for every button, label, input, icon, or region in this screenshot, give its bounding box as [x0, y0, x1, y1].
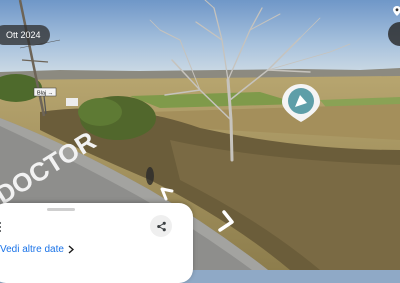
more-vert-icon[interactable] — [0, 222, 2, 234]
chevron-left-icon[interactable] — [158, 185, 176, 203]
camera-shadow — [146, 167, 154, 185]
share-button[interactable] — [150, 215, 172, 237]
chevron-down-right-icon[interactable] — [214, 208, 238, 236]
see-other-dates-label: Vedi altre date — [0, 244, 64, 255]
chevron-right-icon — [68, 245, 74, 254]
road-sign-text: Blaj → — [37, 91, 53, 97]
drag-handle[interactable] — [47, 208, 75, 211]
place-pin-icon[interactable] — [281, 83, 321, 123]
share-icon — [156, 221, 166, 231]
see-other-dates-link[interactable]: Vedi altre date — [0, 244, 74, 255]
bottom-sheet: Vedi altre date — [0, 203, 193, 283]
location-pin-icon[interactable] — [393, 6, 400, 16]
capture-date-chip[interactable]: Ott 2024 — [0, 25, 50, 45]
